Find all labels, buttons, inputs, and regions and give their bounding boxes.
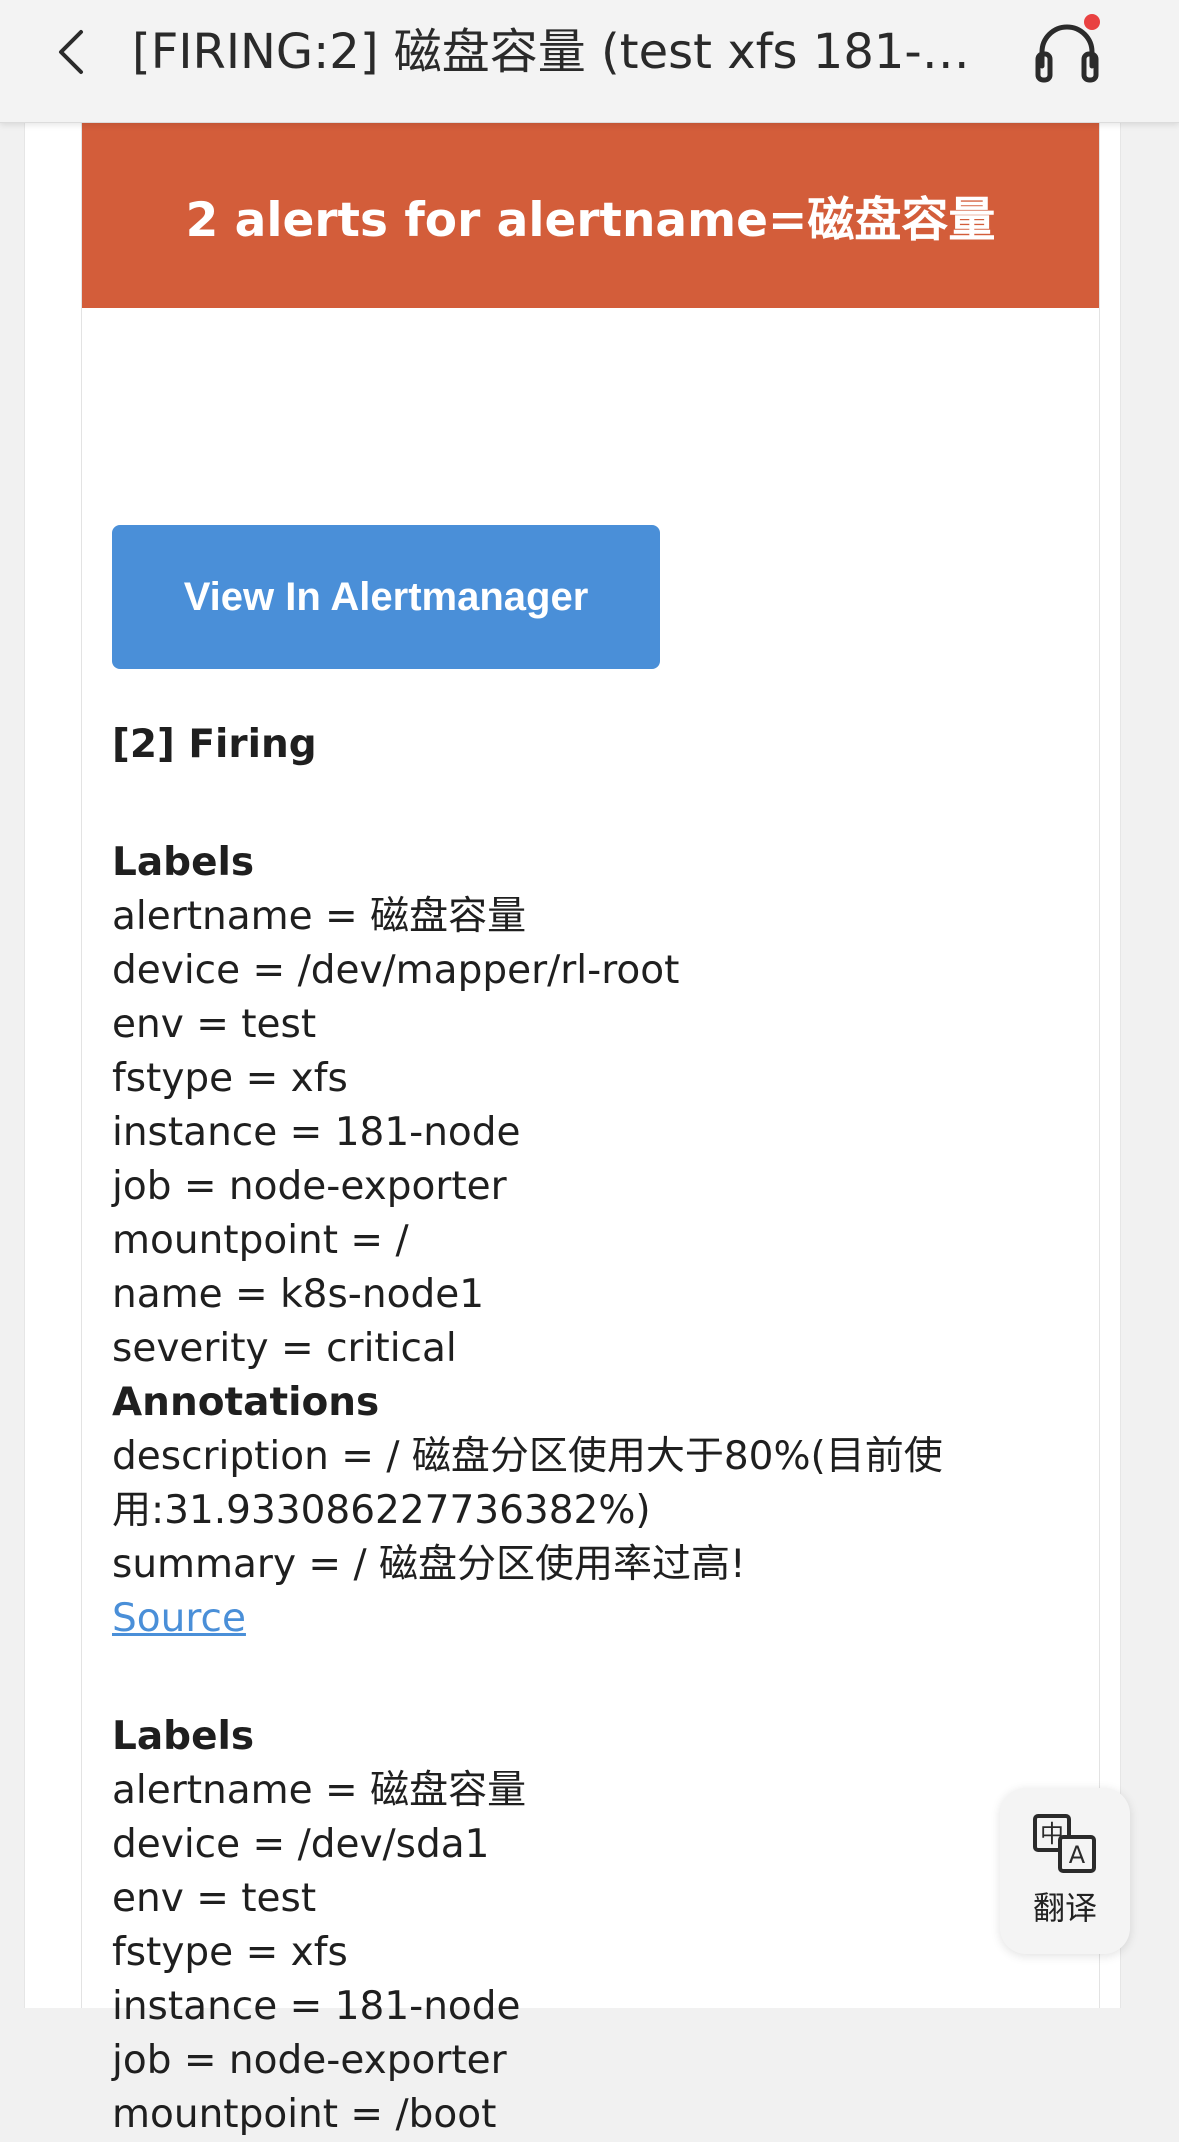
translate-icon: 中 A xyxy=(1033,1814,1096,1873)
translate-button[interactable]: 中 A 翻译 xyxy=(1000,1788,1130,1954)
annotation-line: description = / 磁盘分区使用大于80%(目前使用:31.9330… xyxy=(112,1434,943,1533)
label-line: instance = 181-node xyxy=(112,1110,521,1155)
chevron-left-icon xyxy=(59,30,83,74)
label-line: instance = 181-node xyxy=(112,1984,521,2029)
label-line: alertname = 磁盘容量 xyxy=(112,894,527,939)
alert-summary-header: 2 alerts for alertname=磁盘容量 xyxy=(82,122,1099,308)
source-link[interactable]: Source xyxy=(112,1596,246,1641)
email-card: 2 alerts for alertname=磁盘容量 View In Aler… xyxy=(81,122,1100,2137)
annotation-line: summary = / 磁盘分区使用率过高! xyxy=(112,1542,746,1587)
label-line: severity = critical xyxy=(112,1326,457,1371)
label-line: env = test xyxy=(112,1002,317,1047)
label-line: mountpoint = / xyxy=(112,1218,409,1263)
label-line: device = /dev/sda1 xyxy=(112,1822,490,1867)
label-line: job = node-exporter xyxy=(112,1164,507,1209)
label-line: device = /dev/mapper/rl-root xyxy=(112,948,680,993)
label-line: name = k8s-node1 xyxy=(112,1272,485,1317)
label-line: fstype = xfs xyxy=(112,1056,348,1101)
page-title: [FIRING:2] 磁盘容量 (test xfs 181-no... xyxy=(132,24,972,80)
translate-label: 翻译 xyxy=(1032,1889,1097,1927)
notification-dot xyxy=(1084,14,1100,30)
annotations-heading: Annotations xyxy=(112,1380,380,1425)
label-line: fstype = xfs xyxy=(112,1930,348,1975)
top-navigation-bar: [FIRING:2] 磁盘容量 (test xfs 181-no... xyxy=(0,0,1179,123)
svg-text:A: A xyxy=(1069,1841,1086,1869)
label-line: alertname = 磁盘容量 xyxy=(112,1768,527,1813)
labels-heading: Labels xyxy=(112,1714,255,1759)
alert-details: [2] Firing Labels alertname = 磁盘容量 devic… xyxy=(112,718,1052,2142)
label-line: env = test xyxy=(112,1876,317,1921)
label-line: job = node-exporter xyxy=(112,2038,507,2083)
label-line: mountpoint = /boot xyxy=(112,2092,497,2137)
labels-heading: Labels xyxy=(112,840,255,885)
view-in-alertmanager-button[interactable]: View In Alertmanager xyxy=(112,525,660,669)
firing-heading: [2] Firing xyxy=(112,722,317,767)
headset-button[interactable] xyxy=(1030,14,1104,88)
back-button[interactable] xyxy=(44,20,98,84)
